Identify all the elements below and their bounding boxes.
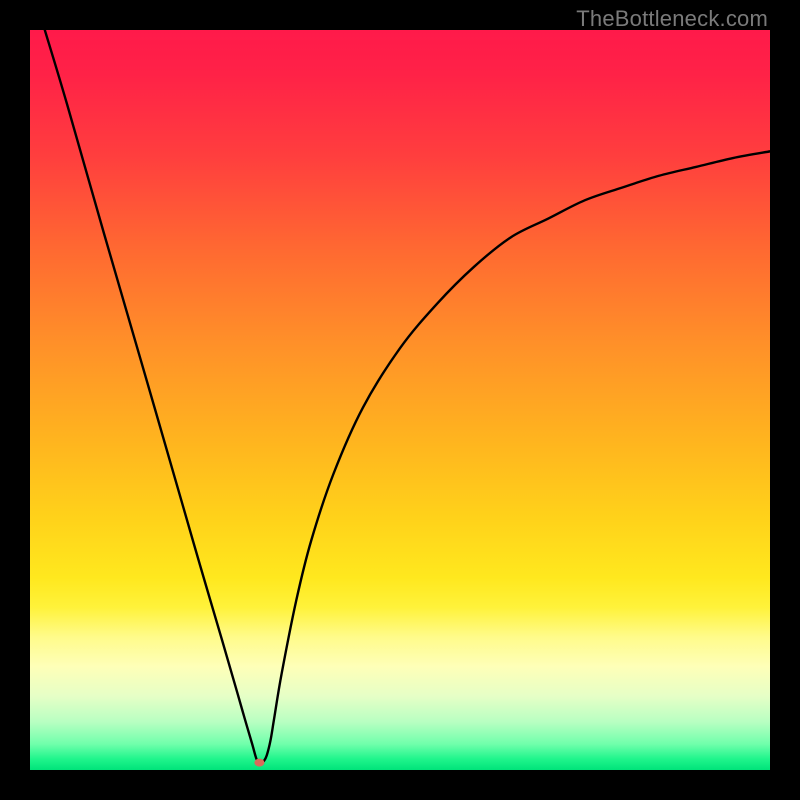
minimum-marker: [254, 759, 264, 767]
chart-svg: [30, 30, 770, 770]
plot-area: [30, 30, 770, 770]
chart-background: [30, 30, 770, 770]
chart-container: TheBottleneck.com: [0, 0, 800, 800]
watermark-text: TheBottleneck.com: [576, 6, 768, 32]
